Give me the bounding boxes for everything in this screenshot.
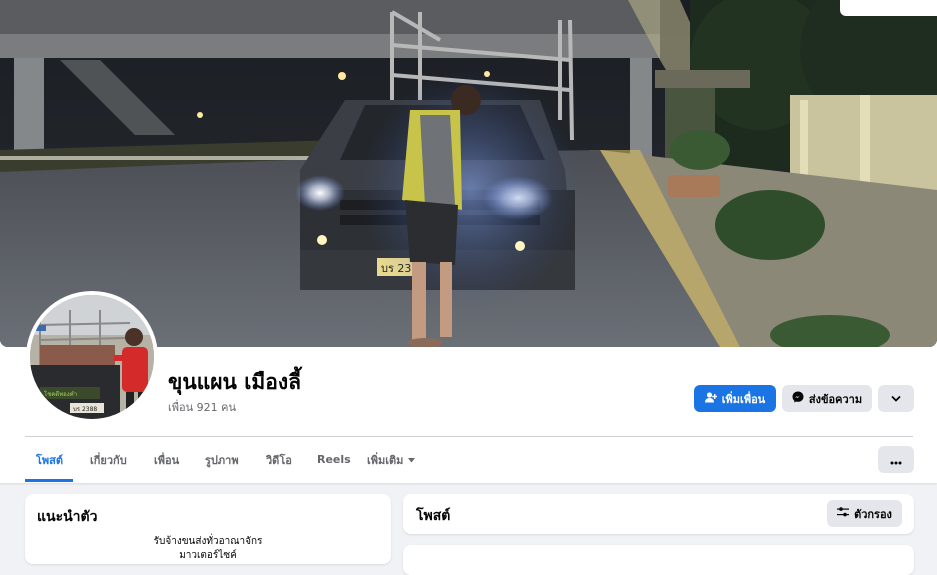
add-friend-button[interactable]: เพิ่มเพื่อน <box>694 385 776 412</box>
tab-videos-label: วิดีโอ <box>266 453 292 467</box>
add-friend-icon <box>704 391 717 406</box>
tabs-options-button[interactable] <box>878 446 914 473</box>
add-friend-label: เพิ่มเพื่อน <box>721 392 766 406</box>
intro-bio-line2: มาวเตอร์ไซค์ <box>179 550 237 561</box>
post-item <box>403 545 914 575</box>
intro-card: แนะนำตัว รับจ้างขนส่งทั่วอาณาจักร มาวเตอ… <box>25 494 391 564</box>
tab-friends-label: เพื่อน <box>154 453 180 467</box>
chevron-down-icon <box>891 392 901 405</box>
intro-bio-line1: รับจ้างขนส่งทั่วอาณาจักร <box>153 536 263 547</box>
avatar-image: โชคดีทองคำ บร 2388 <box>30 295 154 419</box>
message-label: ส่งข้อความ <box>808 392 863 406</box>
more-horizontal-icon <box>890 450 902 469</box>
posts-title: โพสต์ <box>416 508 451 524</box>
tab-posts-label: โพสต์ <box>36 453 64 467</box>
tab-reels-label: Reels <box>317 453 351 466</box>
posts-card: โพสต์ ตัวกรอง <box>403 494 914 534</box>
tab-more-label: เพิ่มเติม <box>367 453 404 467</box>
tab-photos[interactable]: รูปภาพ <box>205 438 239 481</box>
profile-avatar[interactable]: โชคดีทองคำ บร 2388 <box>26 291 158 423</box>
tab-more[interactable]: เพิ่มเติม <box>367 438 416 481</box>
header-divider <box>25 436 913 437</box>
tab-about-label: เกี่ยวกับ <box>90 453 127 467</box>
messenger-icon <box>792 391 804 406</box>
svg-text:โชคดีทองคำ: โชคดีทองคำ <box>44 390 77 398</box>
tab-about[interactable]: เกี่ยวกับ <box>90 438 127 481</box>
cover-photo-image: บร 23 <box>0 0 937 347</box>
filter-button[interactable]: ตัวกรอง <box>827 500 902 527</box>
profile-header: บร 23 <box>0 0 937 483</box>
profile-name: ขุนแผน เมืองลี้ <box>168 370 301 394</box>
caret-down-icon <box>408 453 416 466</box>
tab-posts[interactable]: โพสต์ <box>36 438 63 481</box>
filter-sliders-icon <box>837 507 850 520</box>
active-tab-indicator <box>25 479 73 482</box>
avatar-plate-text: บร 2388 <box>73 406 97 413</box>
intro-title: แนะนำตัว <box>37 509 98 525</box>
tab-videos[interactable]: วิดีโอ <box>266 438 292 481</box>
cover-photo[interactable]: บร 23 <box>0 0 937 347</box>
more-actions-button[interactable] <box>878 385 914 412</box>
tab-photos-label: รูปภาพ <box>205 453 239 467</box>
friends-count[interactable]: เพื่อน 921 คน <box>168 398 236 416</box>
edit-cover-button[interactable] <box>840 0 937 16</box>
message-button[interactable]: ส่งข้อความ <box>782 385 872 412</box>
filter-label: ตัวกรอง <box>854 507 892 521</box>
tab-reels[interactable]: Reels <box>317 438 351 481</box>
tab-friends[interactable]: เพื่อน <box>154 438 179 481</box>
